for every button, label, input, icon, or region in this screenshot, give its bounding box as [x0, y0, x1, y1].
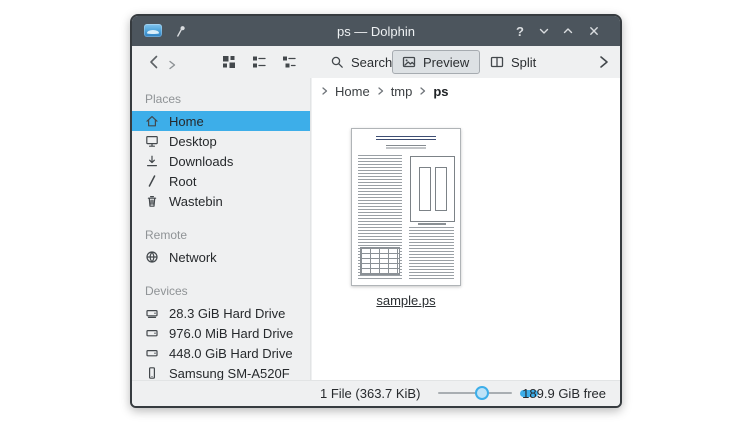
download-icon: [144, 153, 160, 169]
preview-toggle-button[interactable]: Preview: [392, 50, 480, 74]
desktop-icon: [144, 133, 160, 149]
preview-label: Preview: [423, 55, 469, 70]
sidebar-item-label: 976.0 MiB Hard Drive: [169, 326, 293, 341]
close-button[interactable]: [584, 21, 604, 41]
back-button[interactable]: [146, 53, 162, 76]
sidebar-item-root[interactable]: Root: [132, 171, 310, 191]
dolphin-window: ps — Dolphin ?: [130, 14, 622, 408]
split-button[interactable]: Split: [480, 50, 547, 74]
sidebar-item-device-2[interactable]: 976.0 MiB Hard Drive: [132, 323, 310, 343]
phone-icon: [144, 365, 160, 381]
sidebar-item-desktop[interactable]: Desktop: [132, 131, 310, 151]
statusbar: 1 File (363.7 KiB) 189.9 GiB free: [132, 380, 620, 406]
search-label: Search: [351, 55, 392, 70]
file-item-sample-ps[interactable]: sample.ps: [348, 128, 464, 308]
sidebar-item-device-1[interactable]: 28.3 GiB Hard Drive: [132, 303, 310, 323]
sidebar-item-wastebin[interactable]: Wastebin: [132, 191, 310, 211]
section-title-devices: Devices: [132, 282, 310, 303]
thumb-table: [360, 247, 400, 275]
thumb-figure: [410, 156, 455, 222]
sidebar-item-device-3[interactable]: 448.0 GiB Hard Drive: [132, 343, 310, 363]
sidebar-item-label: Desktop: [169, 134, 217, 149]
thumb-title-lines: [376, 136, 436, 142]
search-button[interactable]: Search: [320, 50, 403, 74]
sidebar-item-network[interactable]: Network: [132, 247, 310, 267]
places-panel: Places Home Desktop Downloads Root: [132, 78, 311, 380]
trash-icon: [144, 193, 160, 209]
forward-button[interactable]: [166, 58, 178, 76]
toolbar: Search Preview Split: [132, 46, 620, 78]
sidebar-item-label: Root: [169, 174, 196, 189]
chevron-right-icon: [320, 86, 329, 96]
view-mode-group: [216, 50, 302, 74]
sidebar-item-home[interactable]: Home: [132, 111, 310, 131]
chevron-right-icon: [376, 86, 385, 96]
minimize-button[interactable]: [534, 21, 554, 41]
breadcrumb-item-tmp[interactable]: tmp: [391, 84, 413, 99]
network-icon: [144, 249, 160, 265]
sidebar-item-downloads[interactable]: Downloads: [132, 151, 310, 171]
section-title-remote: Remote: [132, 226, 310, 247]
breadcrumb-item-home[interactable]: Home: [335, 84, 370, 99]
zoom-slider[interactable]: [438, 381, 512, 406]
chevron-right-icon: [418, 86, 427, 96]
sidebar-item-label: 28.3 GiB Hard Drive: [169, 306, 285, 321]
file-name[interactable]: sample.ps: [348, 293, 464, 308]
sidebar-item-label: Home: [169, 114, 204, 129]
preview-icon: [401, 54, 417, 70]
search-icon: [329, 54, 345, 70]
status-summary: 1 File (363.7 KiB): [320, 381, 420, 406]
section-title-places: Places: [132, 90, 310, 111]
compact-view-button[interactable]: [276, 50, 302, 74]
thumb-right-column: [409, 227, 454, 279]
thumb-subtitle-lines: [386, 145, 426, 150]
free-space-label: 189.9 GiB free: [522, 381, 606, 406]
sidebar-item-label: Wastebin: [169, 194, 223, 209]
folder-view[interactable]: Home tmp ps sample.ps: [312, 78, 620, 380]
titlebar[interactable]: ps — Dolphin ?: [132, 16, 620, 46]
sidebar-item-label: Downloads: [169, 154, 233, 169]
sidebar-item-label: 448.0 GiB Hard Drive: [169, 346, 293, 361]
hard-drive-icon: [144, 345, 160, 361]
details-view-button[interactable]: [246, 50, 272, 74]
sidebar-item-label: Samsung SM-A520F: [169, 366, 290, 381]
hard-drive-icon: [144, 325, 160, 341]
zoom-slider-handle[interactable]: [475, 386, 489, 400]
sidebar-item-label: Network: [169, 250, 217, 265]
home-icon: [144, 113, 160, 129]
help-button[interactable]: ?: [510, 21, 530, 41]
split-label: Split: [511, 55, 536, 70]
toolbar-overflow-chevron[interactable]: [596, 53, 610, 76]
breadcrumb-item-current[interactable]: ps: [433, 84, 448, 99]
icons-view-button[interactable]: [216, 50, 242, 74]
maximize-button[interactable]: [558, 21, 578, 41]
hard-drive-icon: [144, 305, 160, 321]
file-thumbnail: [351, 128, 461, 286]
split-icon: [489, 54, 505, 70]
breadcrumb: Home tmp ps: [312, 78, 620, 104]
thumb-figure-caption: [418, 223, 446, 225]
root-slash-icon: [144, 173, 160, 189]
